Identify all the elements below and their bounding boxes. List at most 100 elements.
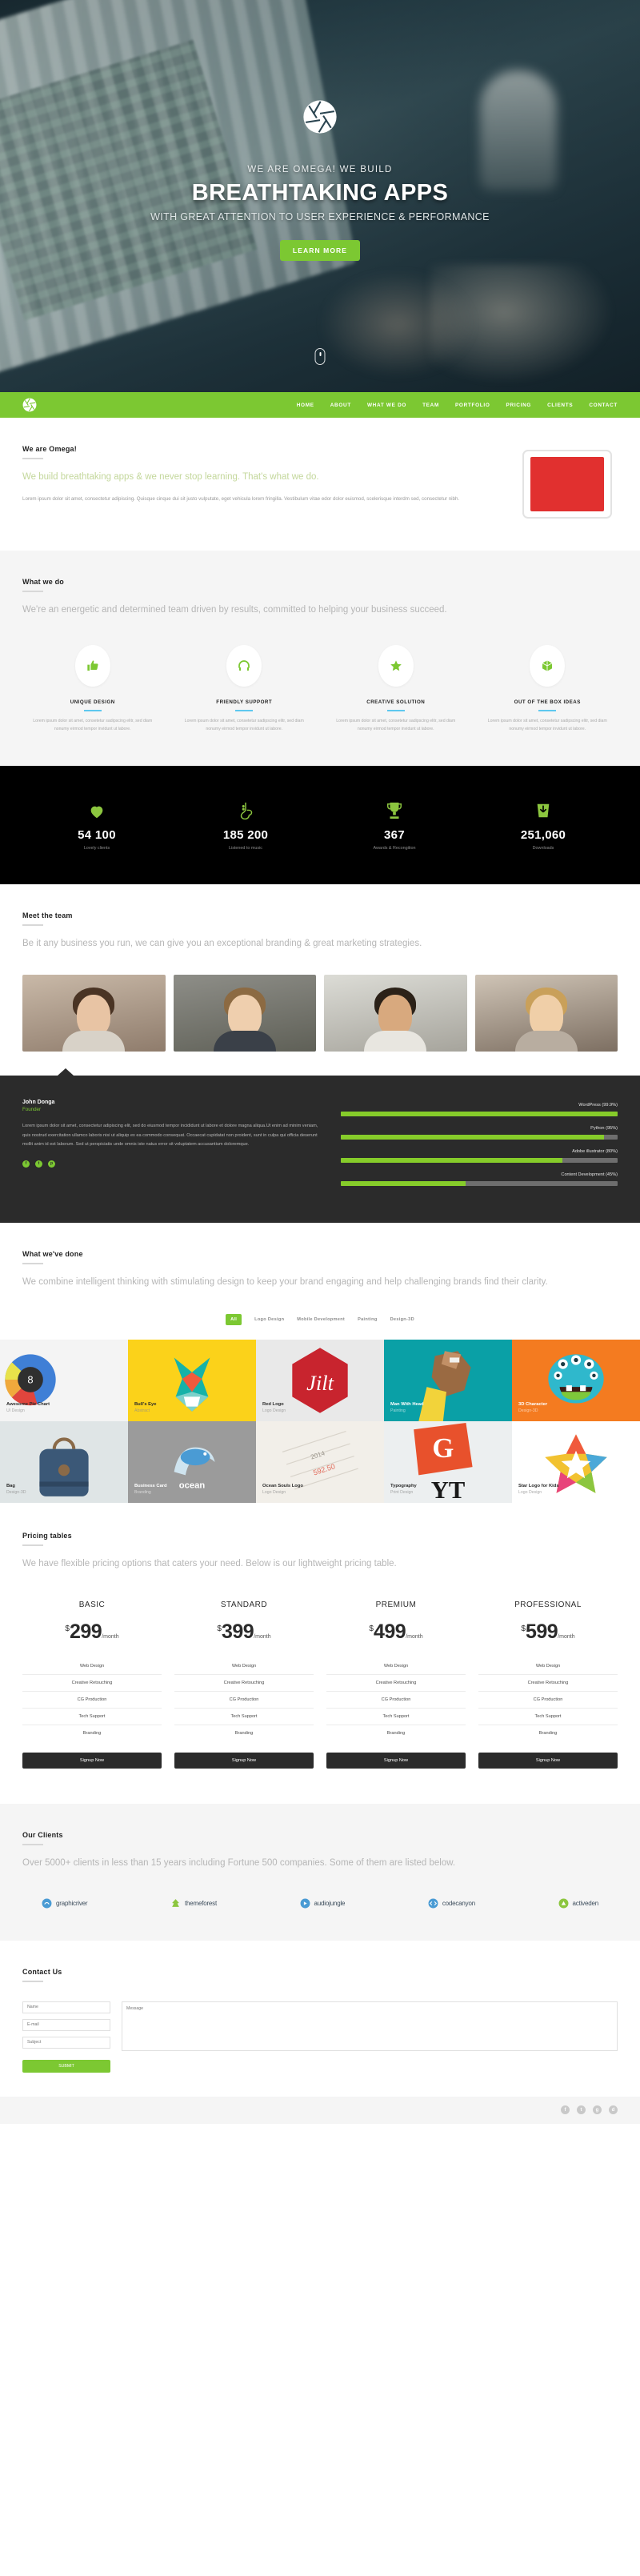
testimonial-author-role: Founder	[22, 1107, 42, 1113]
facebook-icon[interactable]: f	[22, 1160, 30, 1168]
twitter-icon[interactable]: t	[35, 1160, 42, 1168]
client-name: audiojungle	[314, 1899, 346, 1907]
pricing-heading: Pricing tables	[22, 1532, 72, 1540]
team-rule	[22, 923, 43, 926]
team-member-photo-1[interactable]	[22, 975, 166, 1052]
signup-button-standard[interactable]: Signup Now	[174, 1753, 314, 1769]
portfolio-tile-man-with-head[interactable]: Man With Head Painting	[384, 1340, 512, 1422]
plan-feature: Web Design	[22, 1658, 162, 1675]
portfolio-tile-pie-chart[interactable]: 8 Awesome Pie Chart UI Design	[0, 1340, 128, 1422]
submit-button[interactable]: SUBMIT	[22, 2059, 110, 2073]
portfolio-tile-typography[interactable]: G YT Typography Print Design	[384, 1421, 512, 1504]
plan-feature: Tech Support	[22, 1709, 162, 1725]
dribbble-icon[interactable]: d	[609, 2105, 618, 2115]
what-we-do-lead: We're an energetic and determined team d…	[22, 605, 447, 615]
plan-amount: 499	[373, 1621, 406, 1643]
svg-text:592.50: 592.50	[312, 1462, 336, 1476]
plan-feature: Creative Retouching	[478, 1675, 618, 1692]
portfolio-tile-business-card[interactable]: ocean Business Card Branding	[128, 1421, 256, 1504]
plan-price: $299/month	[22, 1621, 162, 1644]
client-logo-row: graphicriver themeforest audiojungle cod…	[22, 1898, 618, 1909]
client-activeden[interactable]: activeden	[558, 1898, 598, 1909]
feature-rule	[83, 709, 102, 711]
stat-value: 54 100	[78, 827, 116, 842]
filter-all[interactable]: All	[226, 1314, 242, 1326]
page-root: WE ARE OMEGA! WE BUILD BREATHTAKING APPS…	[0, 0, 640, 2124]
page-title: BREATHTAKING APPS	[191, 180, 449, 206]
contact-section: Contact Us SUBMIT	[0, 1940, 640, 2097]
filter-painting[interactable]: Painting	[358, 1317, 377, 1322]
team-member-photo-3[interactable]	[324, 975, 467, 1052]
plan-name: STANDARD	[220, 1600, 268, 1609]
tile-title: Business Card	[134, 1484, 167, 1489]
client-codecanyon[interactable]: codecanyon	[428, 1898, 475, 1909]
signup-button-professional[interactable]: Signup Now	[478, 1753, 618, 1769]
tile-category: Abstract	[134, 1408, 150, 1414]
clients-lead: Over 5000+ clients in less than 15 years…	[22, 1858, 456, 1868]
aperture-icon	[303, 100, 337, 134]
stat-label: Listened to music	[229, 845, 262, 851]
tile-title: Typography	[390, 1484, 417, 1489]
nav-item-about[interactable]: ABOUT	[330, 403, 351, 408]
portfolio-tile-ocean-souls-logo[interactable]: 2014 592.50 Ocean Souls Logo Logo Design	[256, 1421, 384, 1504]
subject-field[interactable]	[22, 2036, 110, 2049]
google-plus-icon[interactable]: g	[593, 2105, 602, 2115]
plan-feature: CG Production	[326, 1692, 466, 1709]
mouse-scroll-icon[interactable]	[314, 348, 326, 365]
facebook-icon[interactable]: f	[561, 2105, 570, 2115]
portfolio-tile-bag[interactable]: Bag Design-3D	[0, 1421, 128, 1504]
learn-more-button[interactable]: LEARN MORE	[279, 240, 361, 261]
portfolio-tile-3d-character[interactable]: 3D Character Design-3D	[512, 1340, 640, 1422]
tile-category: Design-3D	[6, 1490, 26, 1496]
tile-title: Red Logo	[262, 1402, 284, 1408]
pinterest-icon[interactable]: p	[48, 1160, 55, 1168]
plan-currency: $	[217, 1625, 222, 1633]
skill-adobe-illustrator: Adobe illustrator (80%)	[340, 1149, 618, 1164]
name-field[interactable]	[22, 2001, 110, 2013]
twitter-icon[interactable]: t	[577, 2105, 586, 2115]
filter-logo-design[interactable]: Logo Design	[254, 1317, 284, 1322]
nav-aperture-icon[interactable]	[22, 398, 37, 412]
team-member-photo-2[interactable]	[173, 975, 316, 1052]
feature-rule	[538, 709, 557, 711]
signup-button-basic[interactable]: Signup Now	[22, 1753, 162, 1769]
stat-value: 251,060	[520, 827, 566, 842]
client-name: codecanyon	[442, 1899, 475, 1907]
plan-period: /month	[254, 1634, 271, 1640]
plan-currency: $	[521, 1625, 526, 1633]
nav-item-portfolio[interactable]: PORTFOLIO	[455, 403, 490, 408]
plan-feature: Branding	[386, 1731, 406, 1736]
email-field[interactable]	[22, 2018, 110, 2031]
nav-item-contact[interactable]: CONTACT	[589, 403, 618, 408]
signup-button-premium[interactable]: Signup Now	[326, 1753, 466, 1769]
nav-item-pricing[interactable]: PRICING	[506, 403, 532, 408]
message-field[interactable]	[122, 2001, 618, 2051]
client-graphicriver[interactable]: graphicriver	[42, 1898, 88, 1909]
filter-design-3d[interactable]: Design-3D	[390, 1317, 414, 1322]
plan-feature: Tech Support	[326, 1709, 466, 1725]
plan-price: $599/month	[478, 1621, 618, 1644]
nav-item-what-we-do[interactable]: WHAT WE DO	[367, 403, 406, 408]
tile-category: Branding	[134, 1490, 151, 1496]
client-themeforest[interactable]: themeforest	[170, 1898, 217, 1909]
filter-mobile-development[interactable]: Mobile Development	[297, 1317, 345, 1322]
nav-item-clients[interactable]: CLIENTS	[547, 403, 573, 408]
plan-feature: Branding	[234, 1731, 254, 1736]
plan-feature: Tech Support	[174, 1709, 314, 1725]
plan-name: PROFESSIONAL	[514, 1600, 582, 1609]
skill-track	[340, 1112, 618, 1117]
hero-kicker: WE ARE OMEGA! WE BUILD	[247, 165, 393, 174]
svg-text:8: 8	[27, 1374, 33, 1386]
feature-copy: Lorem ipsum dolor sit amet, consetetur s…	[487, 718, 607, 731]
portfolio-tile-bulls-eye[interactable]: Bull's Eye Abstract	[128, 1340, 256, 1422]
team-member-photo-4[interactable]	[474, 975, 618, 1052]
pricing-lead: We have flexible pricing options that ca…	[22, 1559, 397, 1569]
nav-item-team[interactable]: TEAM	[422, 403, 439, 408]
plan-feature: Tech Support	[478, 1709, 618, 1725]
feature-list: UNIQUE DESIGN Lorem ipsum dolor sit amet…	[22, 644, 618, 734]
client-audiojungle[interactable]: audiojungle	[300, 1898, 346, 1909]
portfolio-tile-red-logo[interactable]: Jilt Red Logo Logo Design	[256, 1340, 384, 1422]
portfolio-tile-star-logo-for-kids[interactable]: Star Logo for Kids Logo Design	[512, 1421, 640, 1504]
nav-item-home[interactable]: HOME	[297, 403, 314, 408]
tablet-icon	[522, 450, 612, 519]
